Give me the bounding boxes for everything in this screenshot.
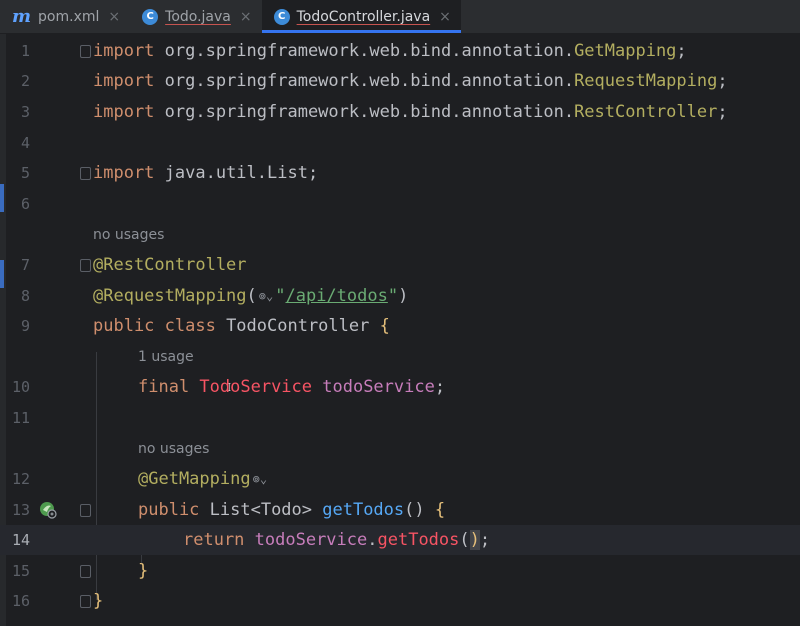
line-number: 12 [11, 470, 30, 488]
usages-hint[interactable]: 1 usage [138, 349, 194, 365]
line-number: 6 [20, 195, 30, 213]
code-line-3: 3 import org.springframework.web.bind.an… [0, 97, 800, 127]
code-line-13: 13 public List<Todo> getTodos() { [0, 495, 800, 525]
usages-hint[interactable]: no usages [138, 441, 209, 457]
tab-label: pom.xml [38, 8, 100, 25]
tab-pom-xml[interactable]: m pom.xml × [0, 0, 130, 33]
code-text: } [93, 591, 104, 611]
code-line-11: 11 [0, 403, 800, 433]
line-number: 11 [11, 409, 30, 427]
fold-icon[interactable] [80, 45, 91, 58]
fold-icon[interactable] [80, 504, 91, 517]
line-number: 15 [11, 562, 30, 580]
line-number: 7 [20, 256, 30, 274]
code-text: import org.springframework.web.bind.anno… [93, 71, 728, 91]
line-number: 10 [11, 378, 30, 396]
code-line-9: 9 public class TodoController { [0, 311, 800, 341]
line-number: 4 [20, 134, 30, 152]
run-spring-endpoint-icon[interactable] [38, 500, 58, 520]
close-icon[interactable]: × [108, 9, 120, 25]
line-number: 8 [20, 287, 30, 305]
fold-icon[interactable] [80, 167, 91, 180]
editor-tab-bar: m pom.xml × C Todo.java × C TodoControll… [0, 0, 800, 34]
code-line-4: 4 [0, 128, 800, 158]
tab-todocontroller-java[interactable]: C TodoController.java × [261, 0, 462, 33]
code-line-5: 5 import java.util.List; [0, 158, 800, 188]
code-text: @RestController [93, 255, 247, 275]
endpoint-globe-icon[interactable]: ⊚⌄ [253, 472, 267, 486]
line-number: 5 [20, 164, 30, 182]
code-text: public List<Todo> getTodos() { [138, 500, 446, 520]
code-text: @RequestMapping(⊚⌄ "/api/todos") [93, 286, 409, 306]
tab-label: Todo.java [165, 8, 231, 25]
code-line-10: 10 final TodoService todoService; [0, 372, 800, 402]
line-number: 9 [20, 317, 30, 335]
line-number: 2 [20, 72, 30, 90]
tab-label: TodoController.java [296, 8, 431, 25]
code-text: } [138, 561, 149, 581]
line-number: 1 [20, 42, 30, 60]
code-line-8: 8 @RequestMapping(⊚⌄ "/api/todos") [0, 281, 800, 311]
url-path-link[interactable]: /api/todos [285, 286, 387, 306]
text-cursor-icon [228, 382, 231, 392]
maven-icon: m [12, 6, 32, 27]
code-line-6: 6 [0, 189, 800, 219]
tab-todo-java[interactable]: C Todo.java × [130, 0, 261, 33]
code-editor[interactable]: 1 import org.springframework.web.bind.an… [0, 34, 800, 626]
code-line-14: 14 return todoService.getTodos(); [0, 525, 800, 555]
code-text: return todoService.getTodos(); [183, 530, 491, 550]
code-text: import java.util.List; [93, 163, 319, 183]
code-line-15: 15 } [0, 556, 800, 586]
code-line-12: 12 @GetMapping ⊚⌄ [0, 464, 800, 494]
code-text: final TodoService todoService; [138, 377, 446, 397]
java-class-icon: C [273, 8, 290, 25]
code-line-2: 2 import org.springframework.web.bind.an… [0, 66, 800, 96]
line-number: 16 [11, 592, 30, 610]
fold-icon[interactable] [80, 595, 91, 608]
usages-hint[interactable]: no usages [93, 227, 164, 243]
code-text: @GetMapping ⊚⌄ [138, 469, 268, 489]
code-text: import org.springframework.web.bind.anno… [93, 102, 728, 122]
code-line-7: 7 @RestController [0, 250, 800, 280]
close-icon[interactable]: × [439, 9, 451, 25]
line-number: 3 [20, 103, 30, 121]
line-number: 14 [11, 531, 30, 549]
line-number: 13 [11, 501, 30, 519]
fold-icon[interactable] [80, 565, 91, 578]
fold-icon[interactable] [80, 259, 91, 272]
code-text: public class TodoController { [93, 316, 390, 336]
java-class-icon: C [142, 8, 159, 25]
code-text: import org.springframework.web.bind.anno… [93, 41, 687, 61]
code-line-16: 16 } [0, 586, 800, 616]
close-icon[interactable]: × [240, 9, 252, 25]
endpoint-globe-icon[interactable]: ⊚⌄ [259, 289, 273, 303]
code-line-1: 1 import org.springframework.web.bind.an… [0, 36, 800, 66]
